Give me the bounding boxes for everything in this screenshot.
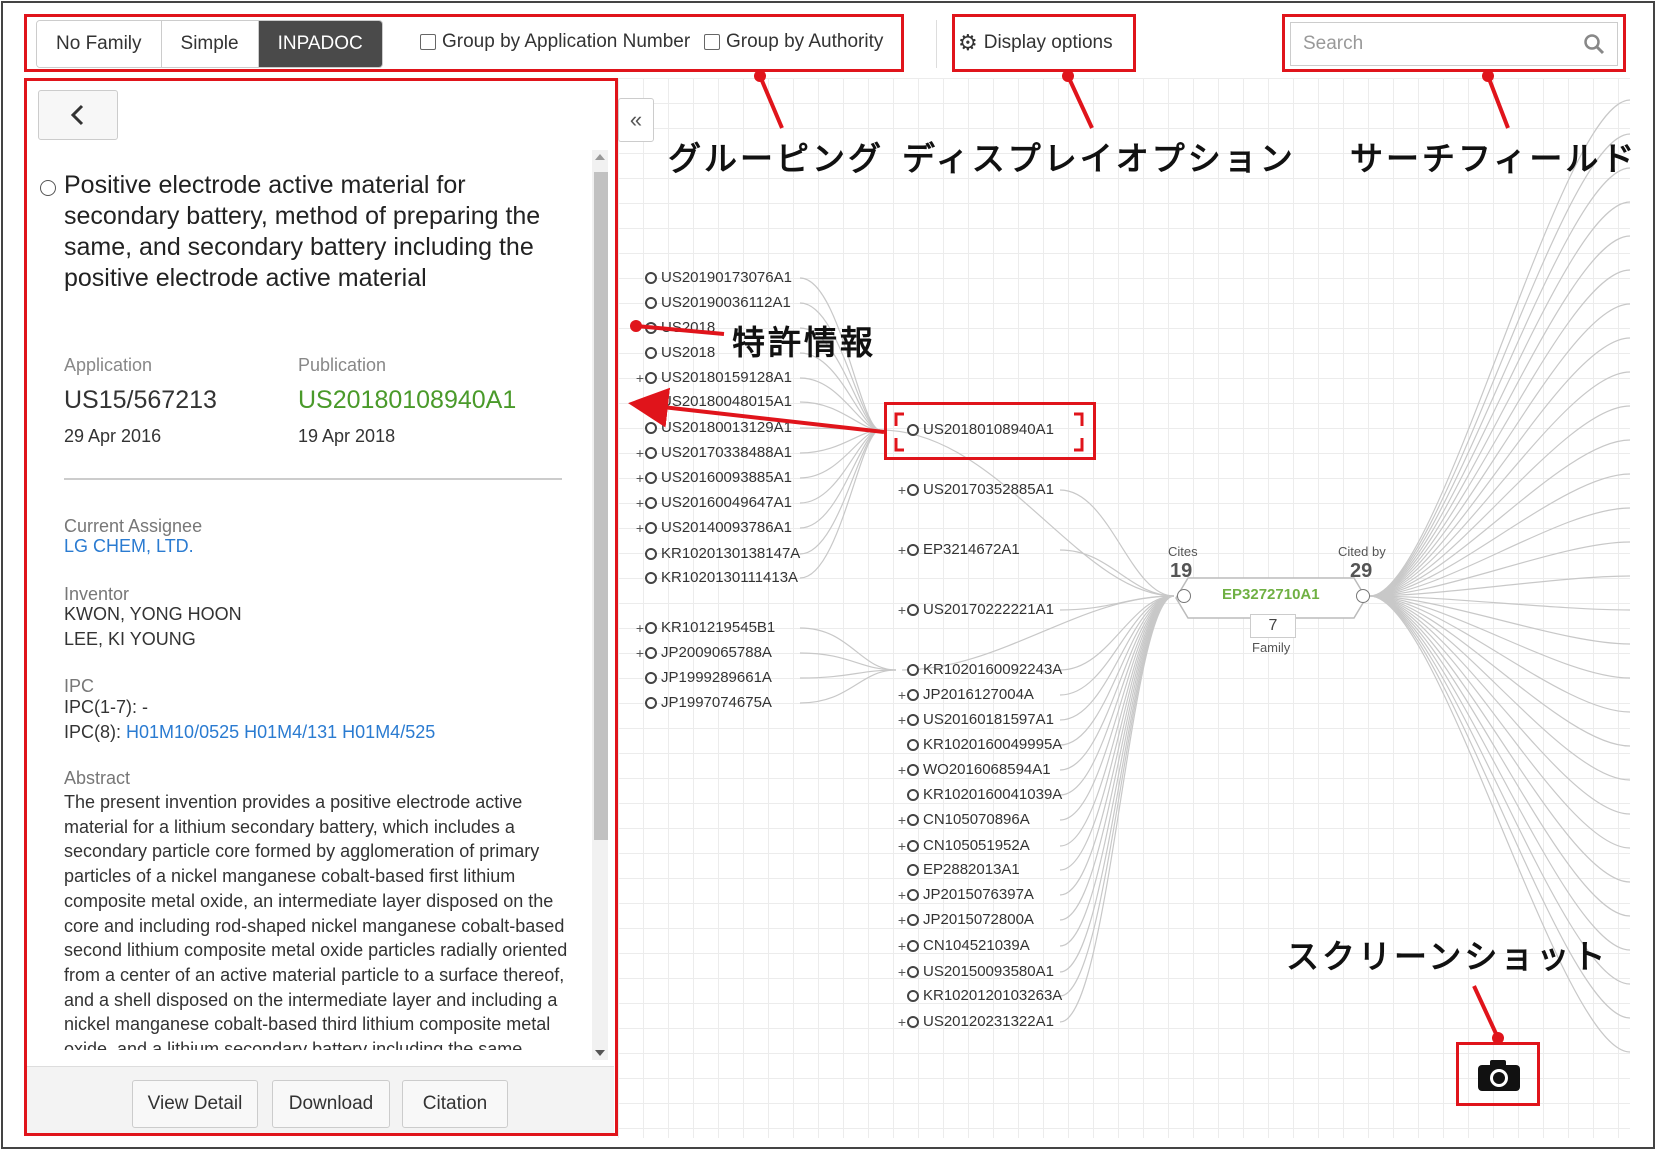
screenshot-button[interactable]	[1460, 1046, 1538, 1104]
annotation-grouping: グルーピング	[668, 139, 884, 178]
annotation-patent-info: 特許情報	[732, 323, 876, 362]
camera-icon	[1478, 1060, 1520, 1091]
annotation-search-field: サーチフィールド	[1350, 139, 1638, 178]
annotation-display-option: ディスプレイオプション	[902, 139, 1296, 178]
annotation-screenshot: スクリーンショット	[1286, 937, 1609, 976]
